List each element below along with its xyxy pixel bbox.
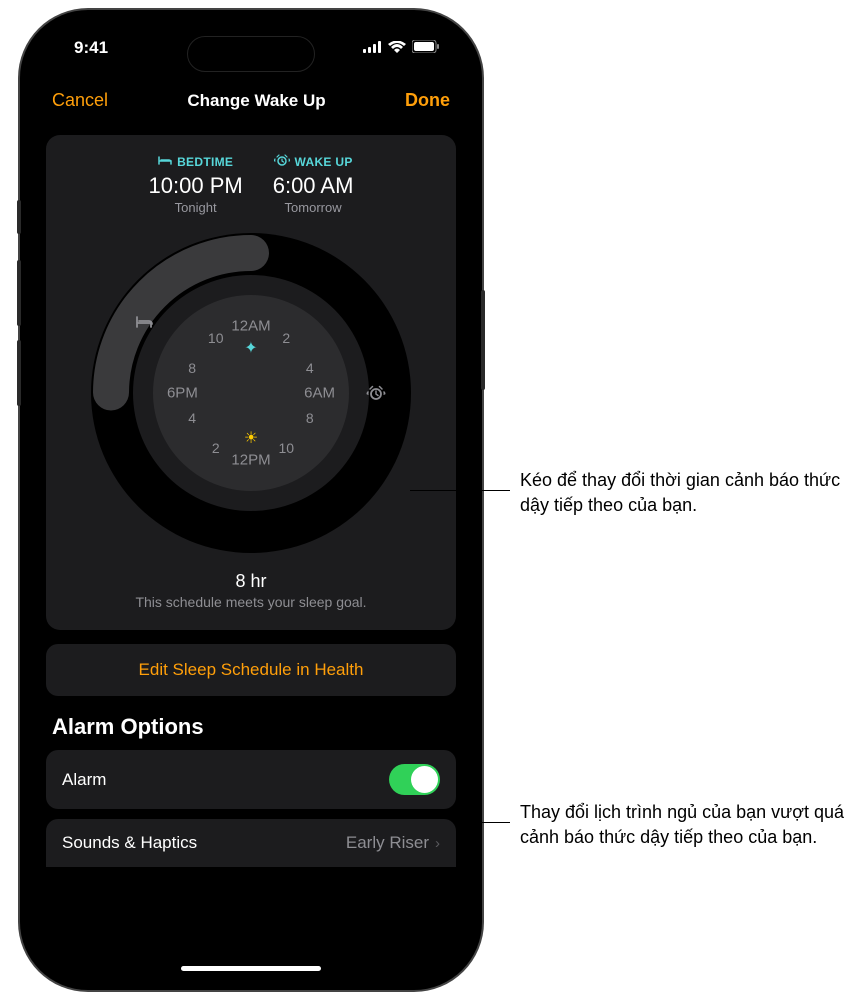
chevron-right-icon: ›: [435, 835, 440, 852]
stars-icon: ✦: [244, 338, 257, 358]
tick-6am: 6AM: [300, 385, 340, 402]
sleep-card: BEDTIME 10:00 PM Tonight WAKE UP 6:00 AM…: [46, 135, 456, 630]
bed-icon: [158, 155, 172, 169]
schedule-header: BEDTIME 10:00 PM Tonight WAKE UP 6:00 AM…: [60, 153, 442, 215]
callout-2: Thay đổi lịch trình ngủ của bạn vượt quá…: [520, 800, 850, 850]
done-button[interactable]: Done: [405, 90, 450, 111]
tick-10p: 10: [196, 330, 236, 346]
alarm-label: Alarm: [62, 770, 106, 790]
clock-face: 12AM 2 4 6AM 8 10 12PM 2 4 6PM 8 10 ✦ ☀: [153, 295, 349, 491]
tick-12am: 12AM: [231, 318, 271, 335]
callout-1: Kéo để thay đổi thời gian cảnh báo thức …: [520, 468, 850, 518]
callout-line-1: [410, 490, 510, 491]
sounds-value: Early Riser: [346, 833, 429, 853]
tick-6pm: 6PM: [162, 385, 202, 402]
goal: 8 hr This schedule meets your sleep goal…: [60, 571, 442, 610]
alarm-options-title: Alarm Options: [52, 714, 450, 740]
sounds-label: Sounds & Haptics: [62, 833, 197, 853]
alarm-toggle-row: Alarm: [46, 750, 456, 809]
sleep-dial[interactable]: 12AM 2 4 6AM 8 10 12PM 2 4 6PM 8 10 ✦ ☀: [91, 233, 411, 553]
wakeup-handle[interactable]: [362, 379, 390, 407]
sounds-row[interactable]: Sounds & Haptics Early Riser ›: [46, 819, 456, 867]
page-title: Change Wake Up: [187, 91, 325, 111]
sun-icon: ☀: [244, 428, 258, 448]
wakeup-sub: Tomorrow: [273, 200, 354, 215]
tick-8p: 8: [172, 360, 212, 376]
alarm-toggle[interactable]: [389, 764, 440, 795]
dynamic-island: [187, 36, 315, 72]
tick-2p: 2: [196, 440, 236, 456]
phone-frame: 9:41 Cancel Change Wake Up Done BEDTIME …: [20, 10, 482, 990]
alarm-icon: [274, 154, 290, 169]
home-indicator[interactable]: [181, 966, 321, 971]
edit-schedule-button[interactable]: Edit Sleep Schedule in Health: [46, 644, 456, 696]
bedtime-handle[interactable]: [130, 308, 158, 336]
wifi-icon: [388, 38, 406, 58]
status-right: [363, 38, 440, 58]
bedtime-sub: Tonight: [149, 200, 243, 215]
tick-2: 2: [266, 330, 306, 346]
tick-4: 4: [290, 360, 330, 376]
cellular-icon: [363, 38, 382, 58]
cancel-button[interactable]: Cancel: [52, 90, 108, 111]
battery-icon: [412, 38, 440, 58]
tick-4p: 4: [172, 410, 212, 426]
tick-10: 10: [266, 440, 306, 456]
goal-duration: 8 hr: [60, 571, 442, 592]
wakeup-label: WAKE UP: [295, 155, 353, 169]
callout-line-2: [460, 822, 510, 823]
wakeup-value: 6:00 AM: [273, 173, 354, 199]
status-time: 9:41: [74, 38, 108, 58]
tick-12pm: 12PM: [231, 451, 271, 468]
screen: 9:41 Cancel Change Wake Up Done BEDTIME …: [30, 20, 472, 980]
goal-note: This schedule meets your sleep goal.: [60, 594, 442, 610]
bedtime-label: BEDTIME: [177, 155, 233, 169]
bedtime-value: 10:00 PM: [149, 173, 243, 199]
tick-8: 8: [290, 410, 330, 426]
